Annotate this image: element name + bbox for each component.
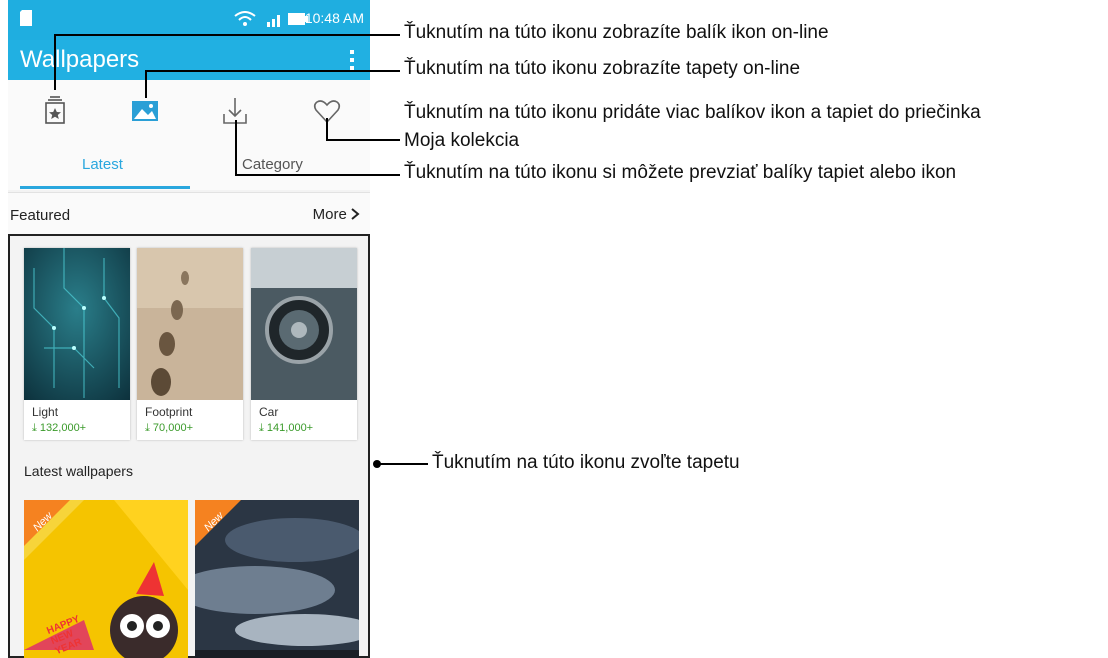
- latest-wallpaper-card[interactable]: New HAPPY NEW YEAR: [24, 500, 188, 658]
- callout-line: [235, 120, 237, 175]
- annotation-download: Ťuknutím na túto ikonu si môžete prevzia…: [404, 162, 957, 183]
- wallpaper-thumbnail: [24, 248, 130, 400]
- more-label: More: [312, 206, 347, 223]
- callout-line: [326, 118, 328, 140]
- sim-icon: [20, 10, 32, 26]
- download-count-value: 141,000+: [266, 422, 314, 434]
- page-title: Wallpapers: [20, 46, 140, 73]
- tab-latest[interactable]: Latest: [82, 156, 123, 173]
- featured-card-car[interactable]: Car ⤓ 141,000+: [251, 248, 357, 440]
- tab-category[interactable]: Category: [242, 156, 303, 173]
- card-name: Car: [259, 405, 279, 419]
- annotation-wallpapers: Ťuknutím na túto ikonu zobrazíte tapety …: [404, 58, 801, 79]
- annotation-icon-pack: Ťuknutím na túto ikonu zobrazíte balík i…: [404, 22, 829, 43]
- download-count-value: 70,000+: [152, 422, 193, 434]
- chevron-right-icon: [351, 208, 360, 220]
- annotation-select-wallpaper: Ťuknutím na túto ikonu zvoľte tapetu: [432, 452, 740, 473]
- wallpaper-list: Light ⤓ 132,000+ Footprint ⤓ 70,000+ Car…: [8, 234, 370, 658]
- icon-pack-icon[interactable]: [38, 94, 72, 128]
- callout-line: [145, 70, 400, 72]
- app-bar: Wallpapers: [8, 40, 370, 80]
- card-name: Light: [32, 405, 59, 419]
- callout-line: [326, 139, 400, 141]
- overflow-menu-icon[interactable]: [348, 48, 356, 72]
- more-link[interactable]: More: [313, 206, 360, 223]
- latest-wallpapers-label: Latest wallpapers: [24, 463, 133, 479]
- download-count: ⤓ 132,000+: [32, 422, 87, 434]
- status-time: 10:48 AM: [304, 10, 364, 26]
- download-count-value: 132,000+: [39, 422, 87, 434]
- callout-line: [378, 463, 428, 465]
- signal-icon: [267, 15, 280, 27]
- callout-line: [54, 34, 400, 36]
- icon-toolbar: [8, 80, 370, 142]
- annotation-my-collection: Ťuknutím na túto ikonu pridáte viac balí…: [404, 102, 981, 123]
- latest-wallpaper-card[interactable]: New: [195, 500, 359, 658]
- featured-card-light[interactable]: Light ⤓ 132,000+: [24, 248, 130, 440]
- featured-card-footprint[interactable]: Footprint ⤓ 70,000+: [137, 248, 243, 440]
- download-count: ⤓ 70,000+: [145, 422, 193, 434]
- featured-header: Featured More: [8, 192, 370, 235]
- wallpaper-thumbnail: [137, 248, 243, 400]
- card-name: Footprint: [145, 405, 193, 419]
- tab-bar: Latest Category: [8, 142, 370, 190]
- callout-line: [54, 34, 56, 90]
- featured-label: Featured: [10, 207, 71, 224]
- phone-screen: 10:48 AM Wallpapers Latest Category Feat…: [8, 0, 370, 658]
- download-count: ⤓ 141,000+: [259, 422, 314, 434]
- active-tab-indicator: [20, 186, 190, 189]
- wallpaper-thumbnail: [251, 248, 357, 400]
- wallpaper-icon[interactable]: [128, 94, 162, 128]
- wifi-icon: [234, 11, 256, 26]
- annotation-my-collection-cont: Moja kolekcia: [404, 130, 520, 151]
- callout-line: [145, 70, 147, 98]
- callout-line: [235, 174, 400, 176]
